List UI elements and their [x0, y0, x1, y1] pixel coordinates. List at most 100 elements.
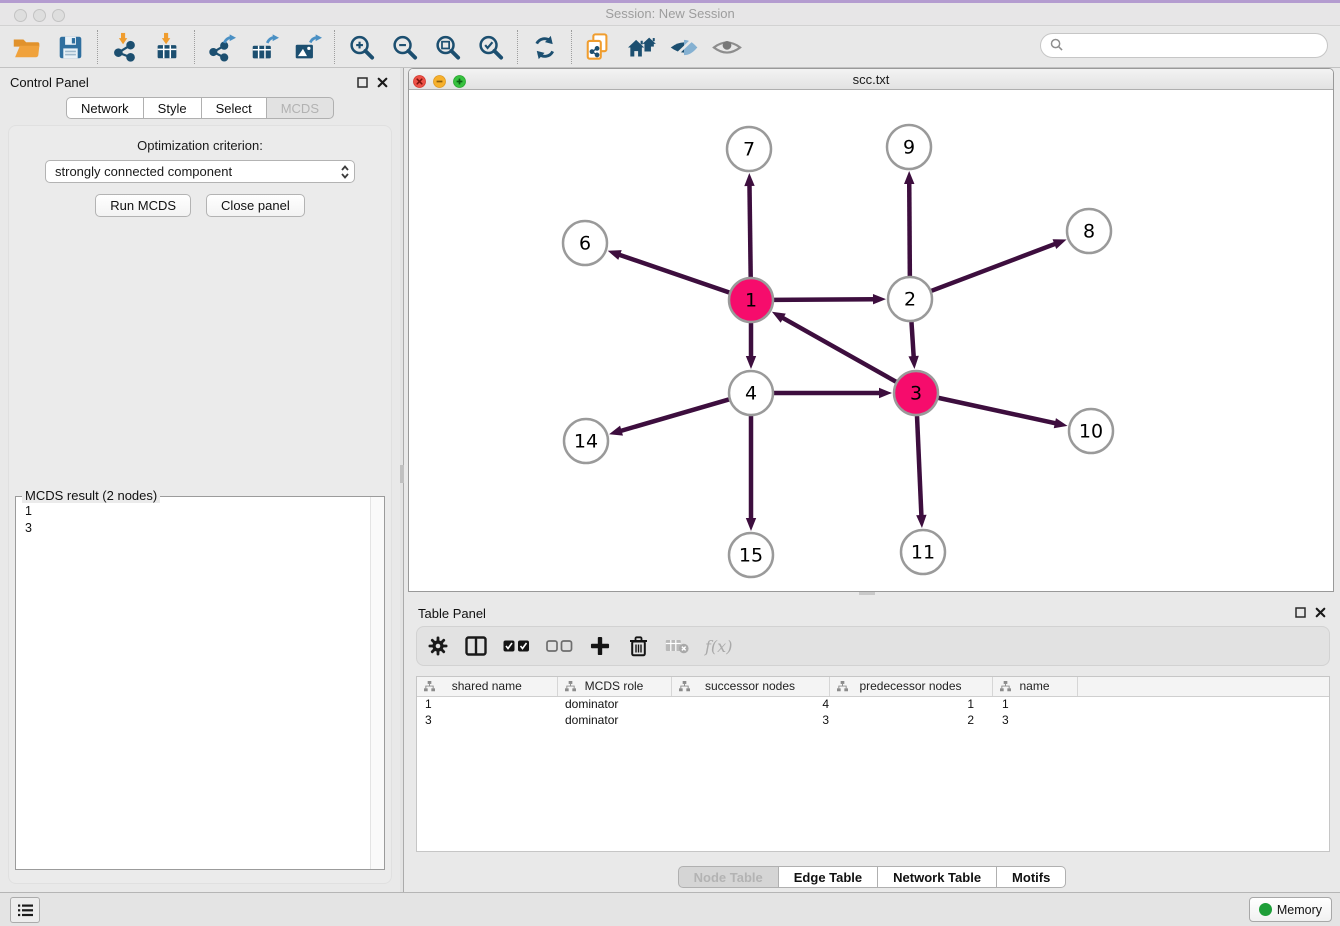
cell-shared-name[interactable]: 3 — [417, 712, 557, 728]
graph-edge-2-3[interactable] — [908, 322, 918, 369]
float-panel-icon[interactable] — [357, 76, 368, 91]
zoom-fit-icon[interactable] — [428, 29, 466, 65]
mcds-panel: Optimization criterion: strongly connect… — [8, 125, 392, 884]
node-table[interactable]: shared nameMCDS rolesuccessor nodesprede… — [416, 676, 1330, 852]
graph-edge-1-6[interactable] — [608, 250, 730, 292]
graph-edge-3-1[interactable] — [772, 312, 896, 382]
column-header-predecessor-nodes[interactable]: predecessor nodes — [829, 677, 992, 696]
cell-shared-name[interactable]: 1 — [417, 696, 557, 712]
close-panel-button[interactable]: Close panel — [206, 194, 305, 217]
graph-node-7[interactable]: 7 — [727, 127, 771, 171]
cell-name[interactable]: 1 — [992, 696, 1077, 712]
run-mcds-button[interactable]: Run MCDS — [95, 194, 191, 217]
select-all-checkboxes-icon[interactable] — [503, 633, 530, 659]
deselect-checkboxes-icon[interactable] — [546, 633, 573, 659]
tab-select[interactable]: Select — [202, 97, 267, 119]
column-header-successor-nodes[interactable]: successor nodes — [671, 677, 829, 696]
graph-edge-1-4[interactable] — [746, 323, 756, 369]
cell-name[interactable]: 3 — [992, 712, 1077, 728]
float-panel-icon[interactable] — [1295, 606, 1306, 621]
graph-node-14[interactable]: 14 — [564, 419, 608, 463]
graph-node-6[interactable]: 6 — [563, 221, 607, 265]
task-list-button[interactable] — [10, 897, 40, 923]
graph-node-9[interactable]: 9 — [887, 125, 931, 169]
table-tab-motifs[interactable]: Motifs — [997, 866, 1066, 888]
export-table-icon[interactable] — [245, 29, 283, 65]
cell-successor-nodes[interactable]: 4 — [671, 696, 829, 712]
graph-node-3[interactable]: 3 — [894, 371, 938, 415]
graph-edge-1-7[interactable] — [744, 173, 754, 277]
add-column-plus-icon[interactable] — [589, 633, 611, 659]
graph-node-2[interactable]: 2 — [888, 277, 932, 321]
homes-icon[interactable] — [622, 29, 660, 65]
copy-style-icon[interactable] — [579, 29, 617, 65]
workspace-area: scc.txt 7968124314101511 Table Panel — [404, 68, 1340, 892]
export-network-icon[interactable] — [202, 29, 240, 65]
export-image-icon[interactable] — [288, 29, 326, 65]
cell-successor-nodes[interactable]: 3 — [671, 712, 829, 728]
show-details-eye-icon[interactable] — [708, 29, 746, 65]
zoom-selected-icon[interactable] — [471, 29, 509, 65]
graph-edge-1-2[interactable] — [774, 294, 886, 304]
tab-network[interactable]: Network — [66, 97, 144, 119]
column-header-shared-name[interactable]: shared name — [417, 677, 557, 696]
search-box[interactable] — [1040, 33, 1328, 58]
function-builder-icon[interactable]: f(x) — [705, 633, 732, 659]
refresh-icon[interactable] — [525, 29, 563, 65]
open-folder-icon[interactable] — [8, 29, 46, 65]
main-toolbar — [0, 27, 1340, 68]
tab-mcds[interactable]: MCDS — [267, 97, 334, 119]
table-row[interactable]: 3dominator323 — [417, 712, 1329, 728]
cell-MCDS-role[interactable]: dominator — [557, 712, 671, 728]
window-controls[interactable] — [14, 9, 65, 22]
split-columns-icon[interactable] — [465, 633, 487, 659]
graph-edge-3-10[interactable] — [938, 398, 1067, 428]
table-toolbar: f(x) — [416, 626, 1330, 666]
graph-node-1[interactable]: 1 — [729, 278, 773, 322]
hide-details-eye-slash-icon[interactable] — [665, 29, 703, 65]
table-tab-edge-table[interactable]: Edge Table — [779, 866, 878, 888]
graph-node-8[interactable]: 8 — [1067, 209, 1111, 253]
table-row[interactable]: 1dominator411 — [417, 696, 1329, 712]
graph-edge-4-3[interactable] — [774, 388, 892, 398]
tab-style[interactable]: Style — [144, 97, 202, 119]
maximize-window-icon[interactable] — [52, 9, 65, 22]
search-input[interactable] — [1068, 39, 1327, 53]
memory-button[interactable]: Memory — [1249, 897, 1332, 922]
criterion-select-value: strongly connected component — [55, 164, 232, 179]
graph-node-4[interactable]: 4 — [729, 371, 773, 415]
horizontal-splitter-grabber[interactable] — [859, 592, 875, 595]
save-icon[interactable] — [51, 29, 89, 65]
column-header-MCDS-role[interactable]: MCDS role — [557, 677, 671, 696]
graph-edge-3-11[interactable] — [916, 416, 926, 528]
table-tab-node-table[interactable]: Node Table — [678, 866, 779, 888]
graph-edge-4-15[interactable] — [746, 416, 756, 531]
close-panel-icon[interactable] — [1315, 606, 1326, 621]
graph-node-11[interactable]: 11 — [901, 530, 945, 574]
cell-predecessor-nodes[interactable]: 2 — [829, 712, 992, 728]
graph-edge-2-9[interactable] — [904, 171, 914, 276]
import-network-icon[interactable] — [105, 29, 143, 65]
network-canvas[interactable]: 7 9 6 8 1 2 4 3 14 10 15 11 — [409, 91, 1333, 591]
trash-icon[interactable] — [627, 633, 649, 659]
table-tab-network-table[interactable]: Network Table — [878, 866, 997, 888]
graph-node-10[interactable]: 10 — [1069, 409, 1113, 453]
cell-MCDS-role[interactable]: dominator — [557, 696, 671, 712]
gear-icon[interactable] — [427, 633, 449, 659]
zoom-in-icon[interactable] — [342, 29, 380, 65]
import-table-icon[interactable] — [148, 29, 186, 65]
close-panel-icon[interactable] — [377, 76, 388, 91]
close-window-icon[interactable] — [14, 9, 27, 22]
network-window-titlebar[interactable]: scc.txt — [409, 69, 1333, 90]
cell-predecessor-nodes[interactable]: 1 — [829, 696, 992, 712]
zoom-out-icon[interactable] — [385, 29, 423, 65]
result-scrollbar[interactable] — [370, 497, 384, 869]
criterion-select[interactable]: strongly connected component — [45, 160, 355, 183]
column-header-name[interactable]: name — [992, 677, 1077, 696]
graph-node-15[interactable]: 15 — [729, 533, 773, 577]
application-window: Session: New Session — [0, 0, 1340, 926]
graph-edge-2-8[interactable] — [932, 239, 1067, 291]
delete-table-icon[interactable] — [665, 633, 689, 659]
minimize-window-icon[interactable] — [33, 9, 46, 22]
graph-edge-4-14[interactable] — [609, 399, 729, 435]
